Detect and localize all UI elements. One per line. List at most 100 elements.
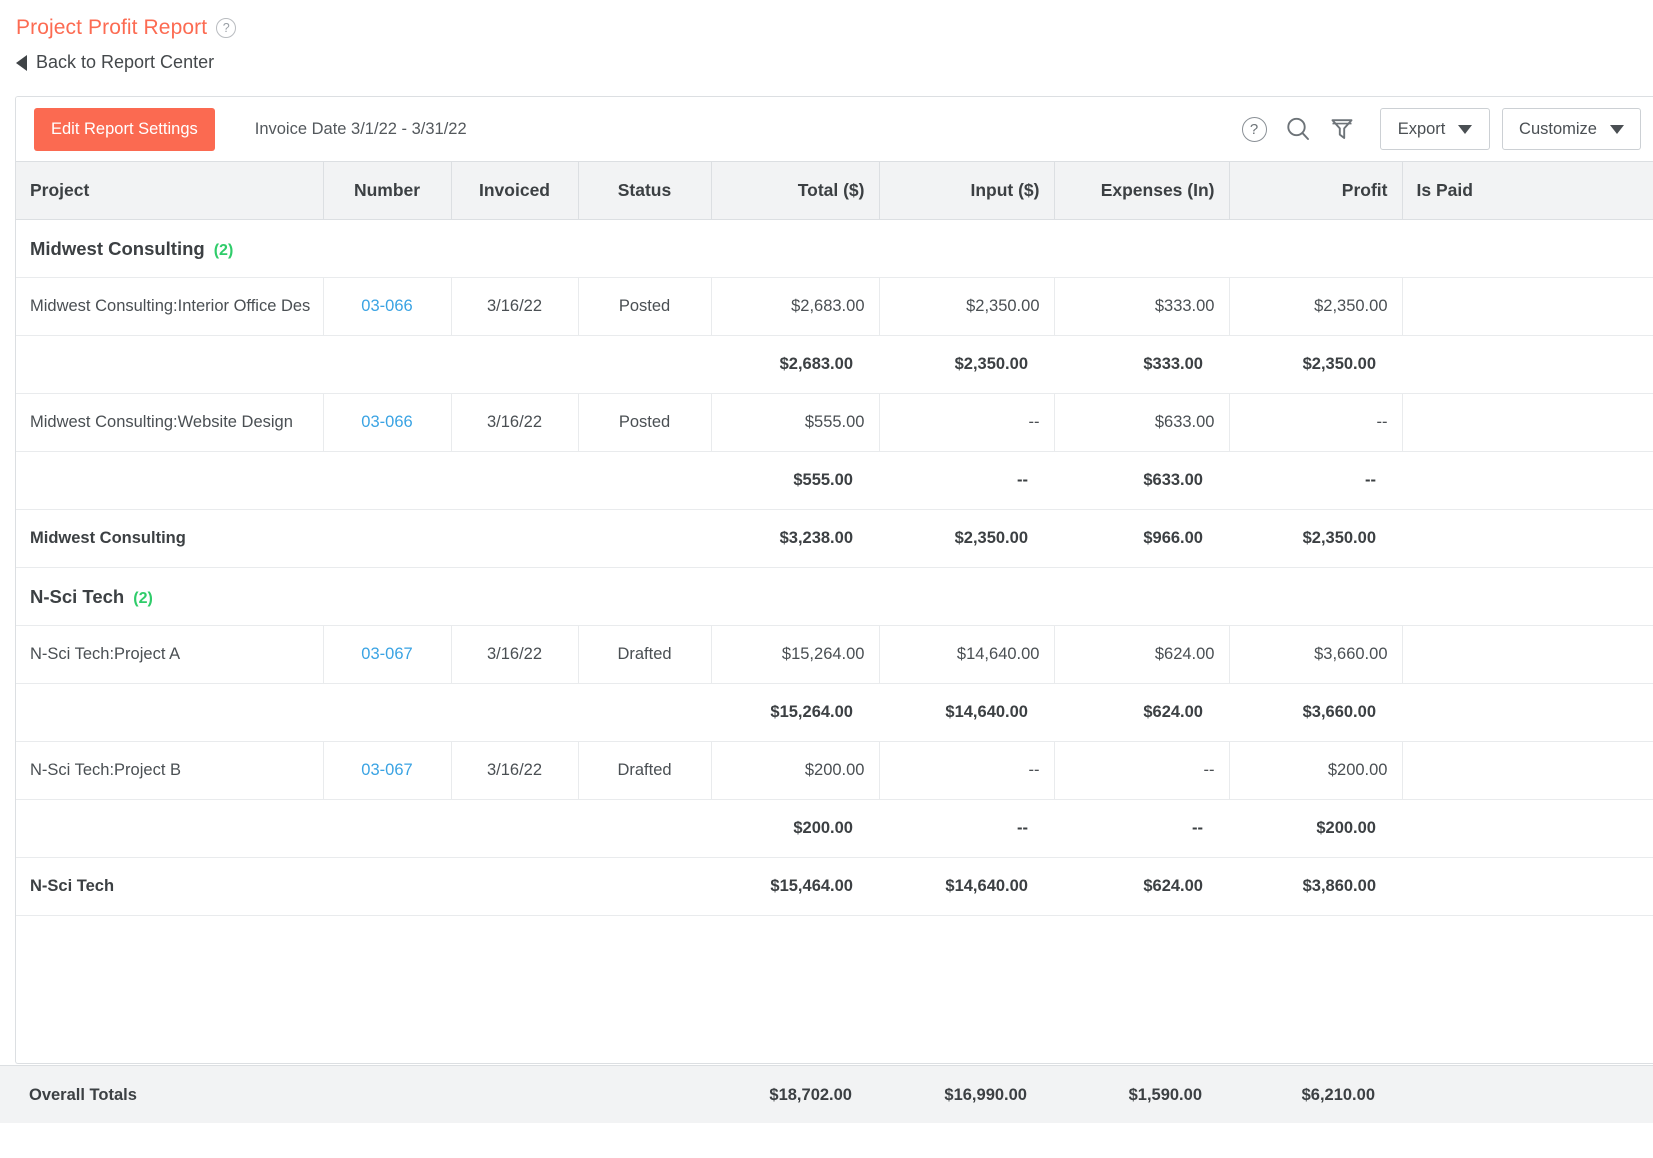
overall-totals-label: Overall Totals [29, 1085, 137, 1104]
overall-empty-number [322, 1066, 450, 1124]
column-header-number[interactable]: Number [323, 161, 452, 220]
group-total-empty-number [323, 857, 451, 916]
group-total-label: N-Sci Tech [16, 857, 323, 916]
question-circle-icon[interactable]: ? [216, 18, 237, 38]
subtotal-empty-number [323, 799, 451, 858]
cell-project: Midwest Consulting:Interior Office Des [16, 277, 324, 336]
page-title: Project Profit Report [16, 16, 208, 39]
cell-total: $200.00 [711, 741, 880, 800]
subtotal-label [16, 335, 323, 394]
cell-total: $15,264.00 [711, 625, 880, 684]
column-header-invoiced[interactable]: Invoiced [451, 161, 579, 220]
subtotal-empty-status [578, 683, 711, 742]
back-to-report-center-link[interactable]: Back to Report Center [16, 52, 1653, 73]
group-name: N-Sci Tech [30, 585, 125, 607]
subtotal-empty-number [323, 335, 451, 394]
table-body: Midwest Consulting (2) Midwest Consulting:… [16, 219, 1653, 916]
subtotal-empty-status [578, 799, 711, 858]
table-row[interactable]: N-Sci Tech:Project A 03-067 3/16/22 Drafted… [16, 625, 1653, 684]
subtotal-row: $555.00 -- $633.00 -- [16, 451, 1653, 510]
overall-totals-table: Overall Totals $18,702.00 $16,990.00 $1,… [15, 1066, 1653, 1124]
subtotal-empty-status [578, 335, 711, 394]
subtotal-empty-invoiced [451, 451, 578, 510]
group-total-empty-status [578, 509, 711, 568]
overall-profit-value: $6,210.00 [1301, 1085, 1375, 1104]
cell-invoiced: 3/16/22 [451, 277, 579, 336]
subtotal-input: $14,640.00 [879, 683, 1054, 742]
group-total-empty-is-paid [1402, 509, 1653, 568]
cell-input: $14,640.00 [879, 625, 1055, 684]
cell-status: Posted [578, 277, 712, 336]
cell-input: $2,350.00 [879, 277, 1055, 336]
column-header-input[interactable]: Input ($) [879, 161, 1055, 220]
edit-report-settings-button[interactable]: Edit Report Settings [34, 107, 215, 151]
cell-project: N-Sci Tech:Project B [16, 741, 324, 800]
subtotal-label [16, 799, 323, 858]
subtotal-profit: $3,660.00 [1229, 683, 1402, 742]
cell-input: -- [879, 741, 1055, 800]
cell-number-link[interactable]: 03-066 [323, 393, 452, 452]
table-row[interactable]: Midwest Consulting:Interior Office Des 03… [16, 277, 1653, 336]
customize-dropdown-button[interactable]: Customize [1502, 108, 1641, 150]
cell-total: $2,683.00 [711, 277, 880, 336]
group-total-row: Midwest Consulting $3,238.00 $2,350.00 $966… [16, 509, 1653, 568]
group-header-cell: N-Sci Tech (2) [16, 567, 1653, 626]
subtotal-expenses: $624.00 [1054, 683, 1229, 742]
table-row[interactable]: N-Sci Tech:Project B 03-067 3/16/22 Drafted… [16, 741, 1653, 800]
column-header-total[interactable]: Total ($) [711, 161, 880, 220]
report-table: Project Number Invoiced Status Total ($) Inpu… [16, 161, 1653, 916]
subtotal-empty-is-paid [1402, 335, 1653, 394]
overall-empty-status [577, 1066, 710, 1124]
column-header-expenses-in[interactable]: Expenses (In) [1054, 161, 1230, 220]
overall-expenses-value: $1,590.00 [1128, 1085, 1202, 1104]
customize-label: Customize [1519, 119, 1597, 138]
subtotal-row: $15,264.00 $14,640.00 $624.00 $3,660.00 [16, 683, 1653, 742]
overall-input-value: $16,990.00 [944, 1085, 1027, 1104]
cell-expenses: -- [1054, 741, 1230, 800]
group-total-total: $15,464.00 [711, 857, 879, 916]
cell-is-paid [1402, 625, 1653, 684]
column-header-project[interactable]: Project [16, 161, 324, 220]
column-header-is-paid[interactable]: Is Paid [1402, 161, 1653, 220]
column-header-status[interactable]: Status [578, 161, 712, 220]
export-label: Export [1397, 119, 1446, 138]
filter-button[interactable] [1320, 109, 1364, 149]
subtotal-input: $2,350.00 [879, 335, 1054, 394]
export-dropdown-button[interactable]: Export [1380, 108, 1491, 150]
cell-total: $555.00 [711, 393, 880, 452]
overall-totals-row: Overall Totals $18,702.00 $16,990.00 $1,… [15, 1066, 1653, 1124]
subtotal-total: $200.00 [711, 799, 879, 858]
overall-total-value: $18,702.00 [769, 1085, 852, 1104]
help-button[interactable]: ? [1232, 109, 1276, 149]
subtotal-total: $555.00 [711, 451, 879, 510]
title-row: Project Profit Report ? [16, 16, 1653, 40]
chevron-down-icon [1610, 124, 1624, 134]
subtotal-profit: $2,350.00 [1229, 335, 1402, 394]
subtotal-profit: $200.00 [1229, 799, 1402, 858]
cell-profit: $200.00 [1229, 741, 1403, 800]
subtotal-empty-is-paid [1402, 799, 1653, 858]
group-total-profit: $2,350.00 [1229, 509, 1402, 568]
cell-project: Midwest Consulting:Website Design [16, 393, 324, 452]
search-button[interactable] [1276, 109, 1320, 149]
cell-number-link[interactable]: 03-066 [323, 277, 452, 336]
group-header-row: N-Sci Tech (2) [16, 567, 1653, 626]
subtotal-expenses: $633.00 [1054, 451, 1229, 510]
group-count-badge: (2) [133, 589, 153, 607]
group-total-input: $2,350.00 [879, 509, 1054, 568]
cell-invoiced: 3/16/22 [451, 393, 579, 452]
subtotal-empty-invoiced [451, 799, 578, 858]
column-header-profit[interactable]: Profit [1229, 161, 1403, 220]
filter-funnel-icon [1331, 119, 1353, 139]
cell-number-link[interactable]: 03-067 [323, 625, 452, 684]
search-icon [1287, 117, 1309, 140]
cell-is-paid [1402, 741, 1653, 800]
cell-number-link[interactable]: 03-067 [323, 741, 452, 800]
table-row[interactable]: Midwest Consulting:Website Design 03-066 3… [16, 393, 1653, 452]
subtotal-empty-is-paid [1402, 683, 1653, 742]
cell-is-paid [1402, 393, 1653, 452]
subtotal-row: $200.00 -- -- $200.00 [16, 799, 1653, 858]
subtotal-empty-invoiced [451, 335, 578, 394]
cell-profit: -- [1229, 393, 1403, 452]
cell-status: Posted [578, 393, 712, 452]
